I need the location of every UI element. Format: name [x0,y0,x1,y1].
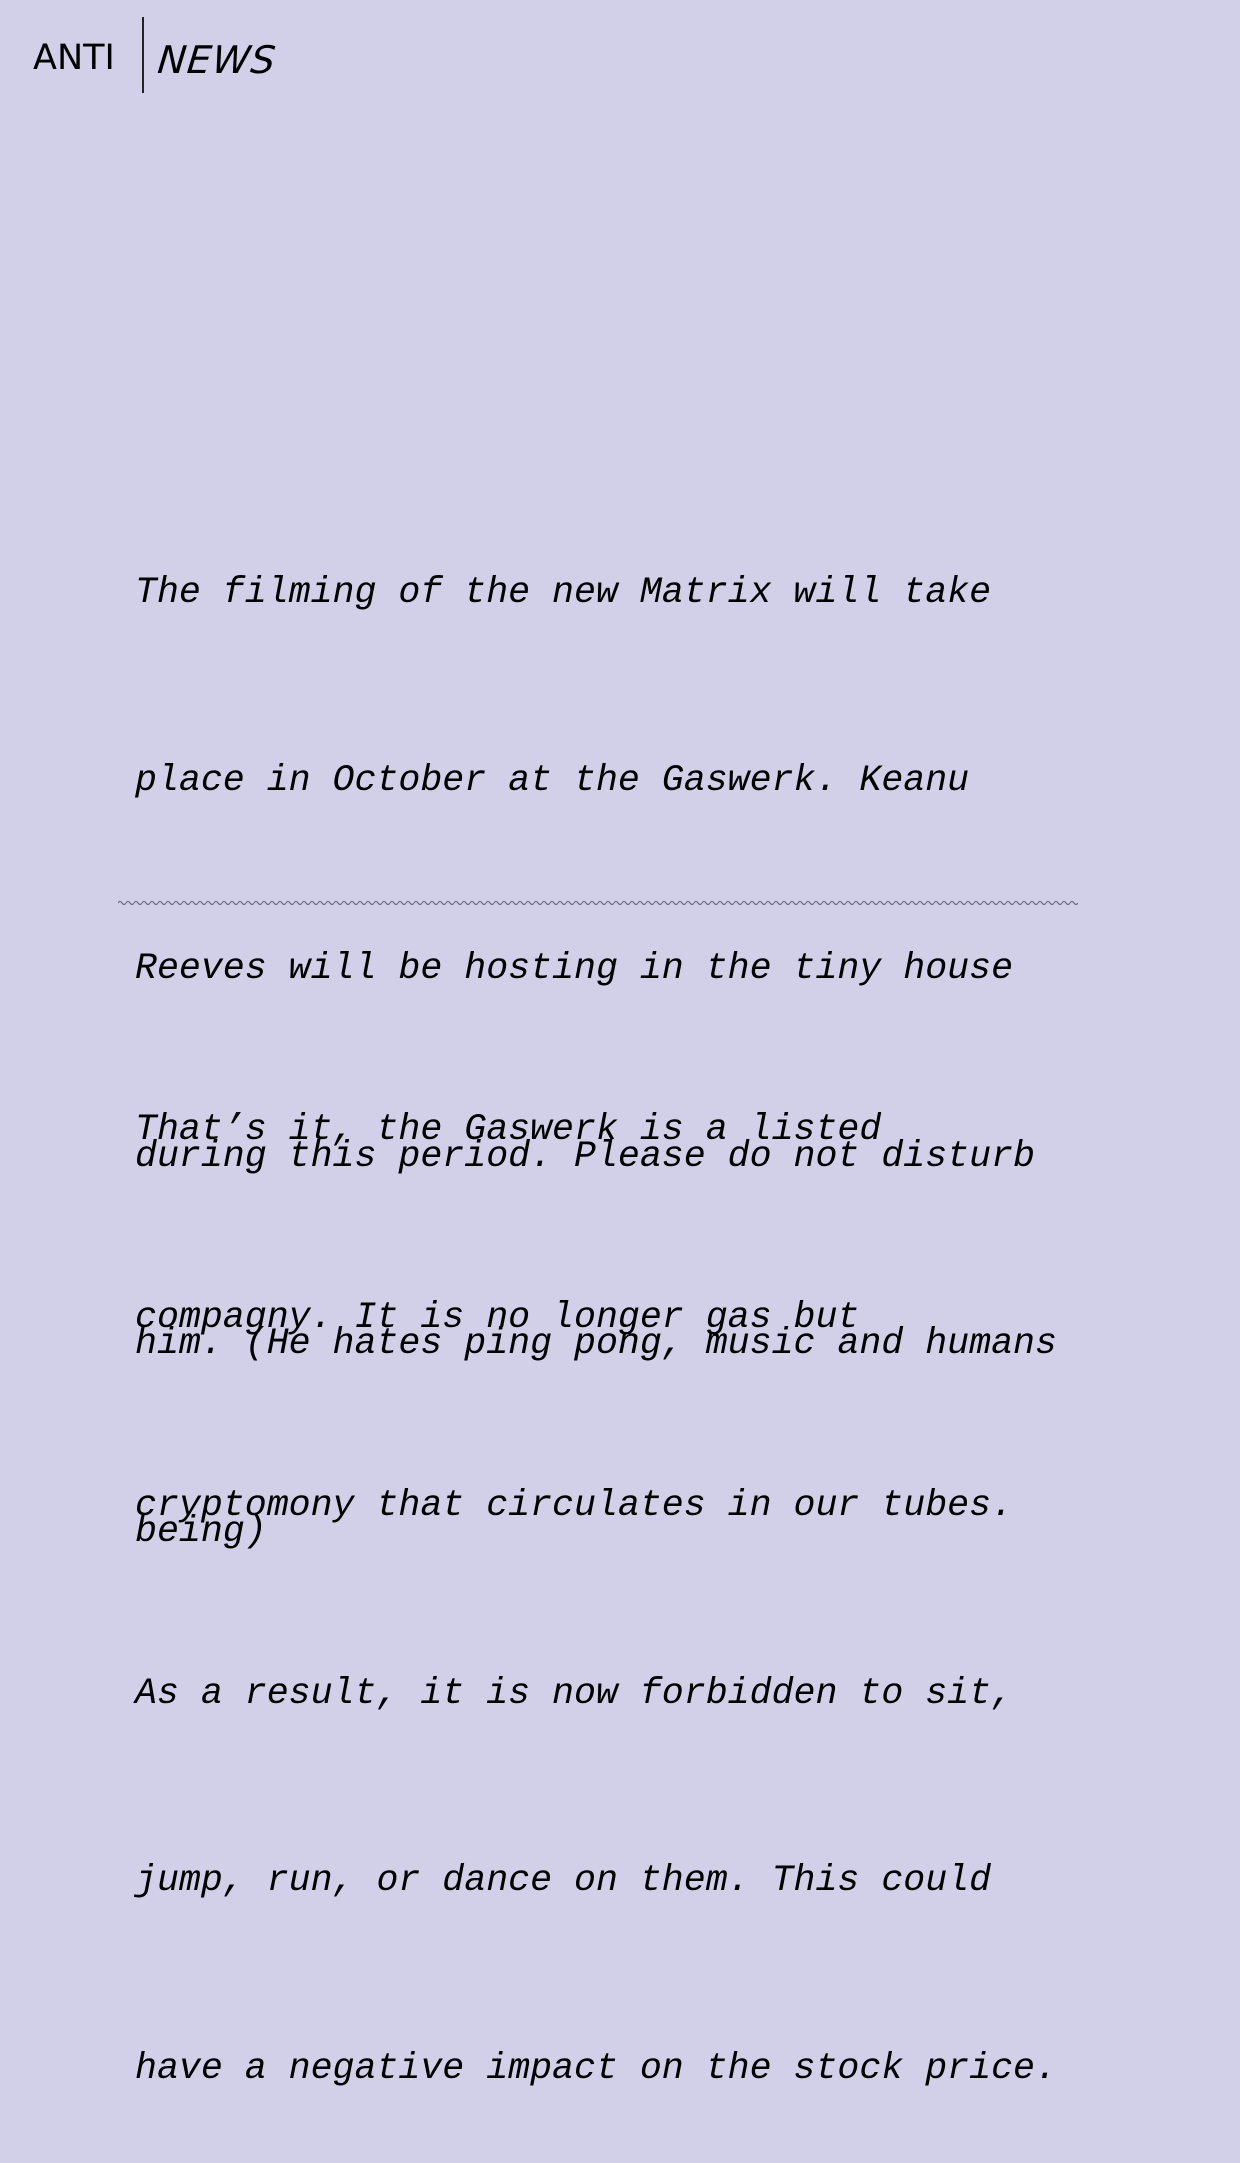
text-line: As a result, it is now forbidden to sit, [135,1672,1014,1714]
text-line: The filming of the new Matrix will take [135,572,992,614]
text-line: jump, run, or dance on them. This could [135,1860,992,1902]
text-line: compagny. It is no longer gas but [135,1296,860,1338]
logo-news[interactable]: NEWS [156,38,279,82]
text-line: have a negative impact on the stock pric… [135,2048,1057,2090]
news-item-gaswerk: That’s it, the Gaswerk is a listed compa… [135,974,1057,2163]
text-line: place in October at the Gaswerk. Keanu [135,759,970,801]
text-line: cryptomony that circulates in our tubes. [135,1484,1014,1526]
wavy-divider [118,896,1078,910]
logo-anti[interactable]: ANTI [33,38,115,78]
logo-separator [142,17,144,93]
text-line: That’s it, the Gaswerk is a listed [135,1109,882,1151]
